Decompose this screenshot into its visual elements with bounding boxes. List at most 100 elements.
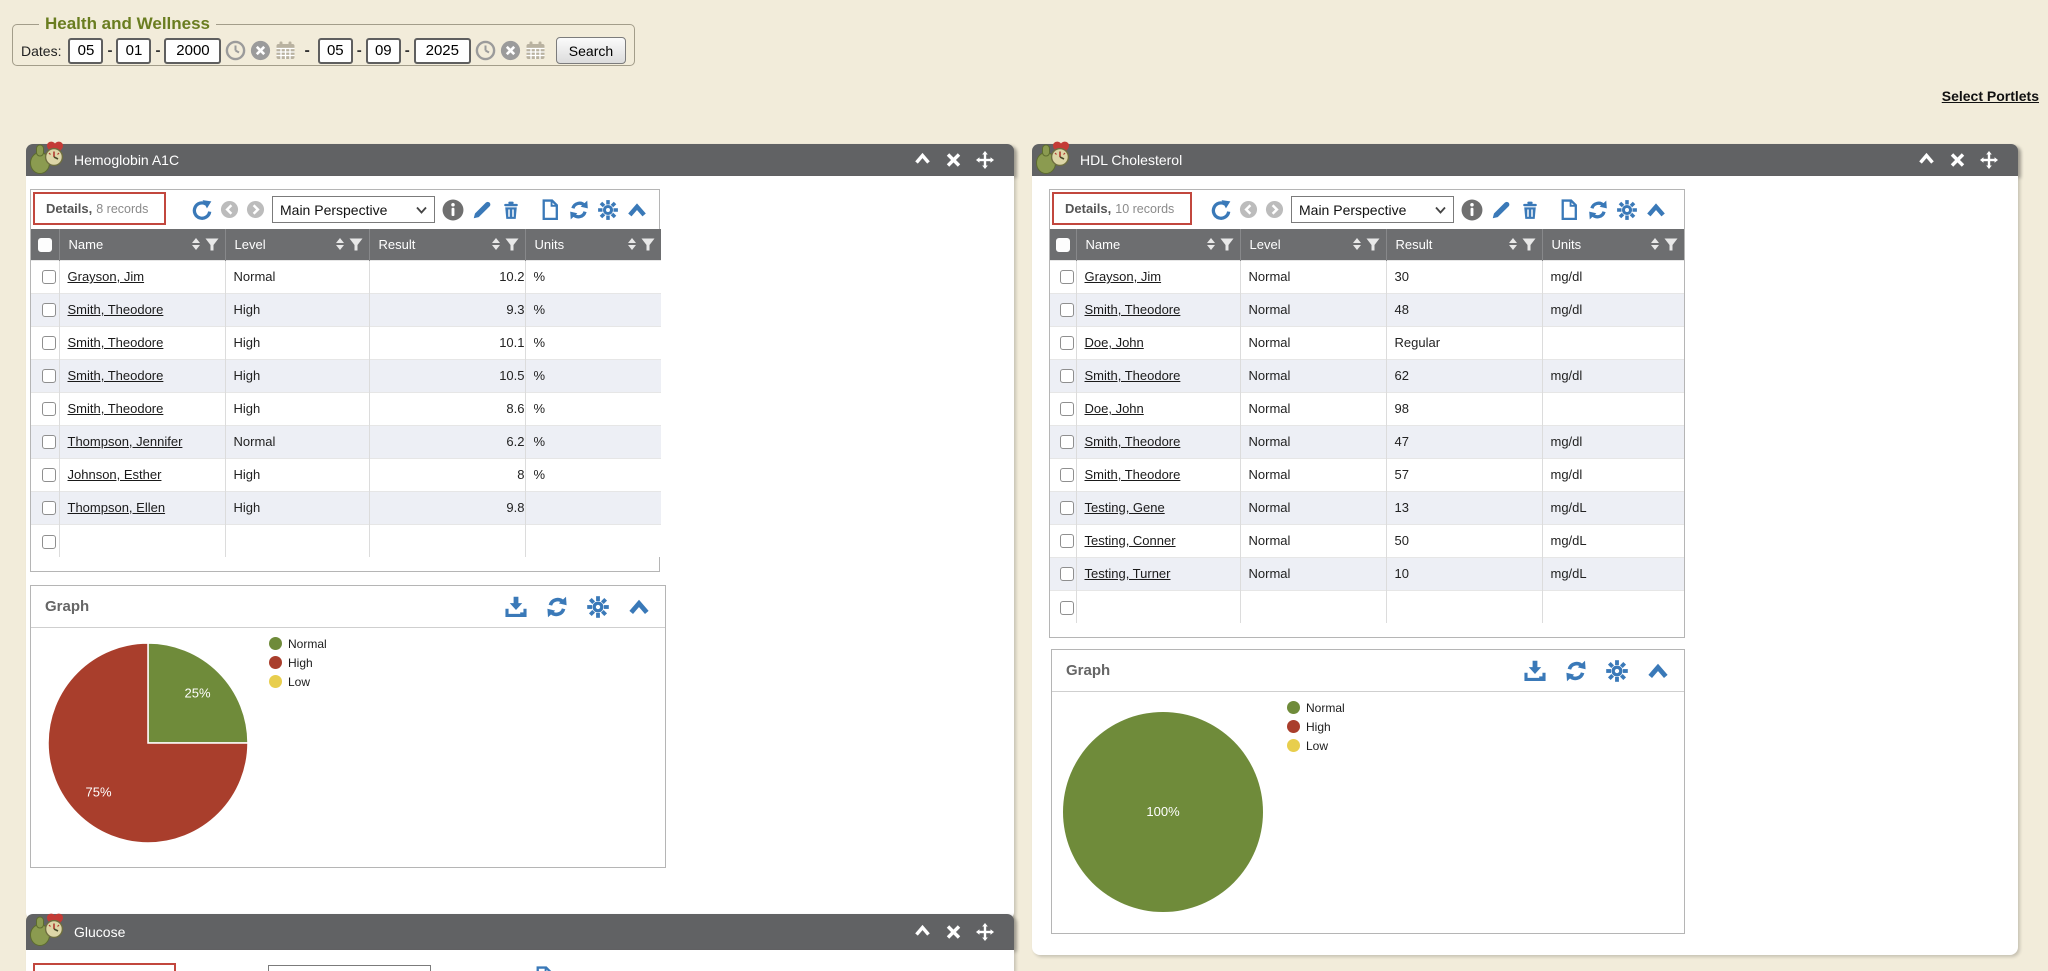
row-checkbox[interactable] xyxy=(1060,501,1074,515)
move-portlet-icon[interactable] xyxy=(976,923,994,941)
download-icon[interactable] xyxy=(504,595,528,619)
move-portlet-icon[interactable] xyxy=(976,151,994,169)
collapse-section-icon[interactable] xyxy=(626,199,648,221)
column-header-units[interactable]: Units xyxy=(1542,229,1684,260)
row-checkbox[interactable] xyxy=(1060,435,1074,449)
patient-name-link[interactable]: Grayson, Jim xyxy=(1085,269,1162,284)
to-month-input[interactable] xyxy=(318,38,353,64)
next-page-icon[interactable] xyxy=(1265,200,1284,219)
sort-icon[interactable] xyxy=(1353,238,1361,250)
patient-name-link[interactable]: Doe, John xyxy=(1085,335,1144,350)
patient-name-link[interactable]: Johnson, Esther xyxy=(68,467,162,482)
row-checkbox[interactable] xyxy=(42,535,56,549)
move-portlet-icon[interactable] xyxy=(1980,151,1998,169)
settings-gear-icon[interactable] xyxy=(586,595,610,619)
filter-funnel-icon[interactable] xyxy=(1220,238,1234,251)
select-all-header[interactable] xyxy=(31,229,59,260)
patient-name-link[interactable]: Smith, Theodore xyxy=(68,401,164,416)
to-calendar-icon[interactable] xyxy=(525,40,546,61)
info-icon[interactable] xyxy=(442,199,464,221)
settings-gear-icon[interactable] xyxy=(597,199,619,221)
sort-icon[interactable] xyxy=(1207,238,1215,250)
next-page-icon[interactable] xyxy=(246,200,265,219)
filter-funnel-icon[interactable] xyxy=(1522,238,1536,251)
patient-name-link[interactable]: Smith, Theodore xyxy=(1085,467,1181,482)
row-checkbox[interactable] xyxy=(1060,336,1074,350)
column-header-name[interactable]: Name xyxy=(59,229,225,260)
filter-funnel-icon[interactable] xyxy=(505,238,519,251)
patient-name-link[interactable]: Doe, John xyxy=(1085,401,1144,416)
patient-name-link[interactable]: Smith, Theodore xyxy=(68,335,164,350)
select-all-checkbox[interactable] xyxy=(38,238,52,252)
sort-icon[interactable] xyxy=(336,238,344,250)
row-checkbox[interactable] xyxy=(42,501,56,515)
download-icon[interactable] xyxy=(1523,659,1547,683)
perspective-select[interactable]: Main Perspective xyxy=(272,196,435,223)
patient-name-link[interactable]: Smith, Theodore xyxy=(1085,434,1181,449)
row-checkbox[interactable] xyxy=(1060,534,1074,548)
row-checkbox[interactable] xyxy=(1060,601,1074,615)
patient-name-link[interactable]: Smith, Theodore xyxy=(68,368,164,383)
patient-name-link[interactable]: Smith, Theodore xyxy=(1085,368,1181,383)
patient-name-link[interactable]: Thompson, Ellen xyxy=(68,500,166,515)
row-checkbox[interactable] xyxy=(42,435,56,449)
from-calendar-icon[interactable] xyxy=(275,40,296,61)
row-checkbox[interactable] xyxy=(42,402,56,416)
search-button[interactable]: Search xyxy=(556,37,626,64)
row-checkbox[interactable] xyxy=(1060,468,1074,482)
select-portlets-link[interactable]: Select Portlets xyxy=(1942,88,2039,104)
collapse-portlet-icon[interactable] xyxy=(914,923,931,939)
settings-gear-icon[interactable] xyxy=(1616,199,1638,221)
edit-icon[interactable] xyxy=(1490,199,1512,221)
new-record-icon[interactable] xyxy=(533,966,555,971)
sort-icon[interactable] xyxy=(192,238,200,250)
patient-name-link[interactable]: Testing, Gene xyxy=(1085,500,1165,515)
close-portlet-icon[interactable] xyxy=(945,923,962,941)
row-checkbox[interactable] xyxy=(1060,567,1074,581)
from-clear-icon[interactable] xyxy=(250,40,271,61)
to-day-input[interactable] xyxy=(366,38,401,64)
sort-icon[interactable] xyxy=(628,238,636,250)
row-checkbox[interactable] xyxy=(42,336,56,350)
from-month-input[interactable] xyxy=(68,38,103,64)
perspective-select[interactable]: Main Perspective xyxy=(268,965,431,971)
patient-name-link[interactable]: Smith, Theodore xyxy=(1085,302,1181,317)
close-portlet-icon[interactable] xyxy=(945,151,962,169)
patient-name-link[interactable]: Testing, Conner xyxy=(1085,533,1176,548)
delete-icon[interactable] xyxy=(500,199,522,221)
collapse-section-icon[interactable] xyxy=(1645,199,1667,221)
to-time-icon[interactable] xyxy=(475,40,496,61)
refresh-icon[interactable] xyxy=(545,595,569,619)
undo-icon[interactable] xyxy=(1210,199,1232,221)
from-time-icon[interactable] xyxy=(225,40,246,61)
undo-icon[interactable] xyxy=(191,199,213,221)
delete-icon[interactable] xyxy=(1519,199,1541,221)
perspective-select[interactable]: Main Perspective xyxy=(1291,196,1454,223)
filter-funnel-icon[interactable] xyxy=(1366,238,1380,251)
column-header-name[interactable]: Name xyxy=(1076,229,1240,260)
row-checkbox[interactable] xyxy=(42,468,56,482)
from-year-input[interactable] xyxy=(164,38,221,64)
collapse-section-icon[interactable] xyxy=(627,595,651,619)
row-checkbox[interactable] xyxy=(1060,303,1074,317)
select-all-header[interactable] xyxy=(1050,229,1076,260)
filter-funnel-icon[interactable] xyxy=(641,238,655,251)
column-header-result[interactable]: Result xyxy=(1386,229,1542,260)
column-header-level[interactable]: Level xyxy=(225,229,369,260)
patient-name-link[interactable]: Thompson, Jennifer xyxy=(68,434,183,449)
edit-icon[interactable] xyxy=(471,199,493,221)
row-checkbox[interactable] xyxy=(42,369,56,383)
patient-name-link[interactable]: Smith, Theodore xyxy=(68,302,164,317)
prev-page-icon[interactable] xyxy=(220,200,239,219)
patient-name-link[interactable]: Testing, Turner xyxy=(1085,566,1171,581)
to-year-input[interactable] xyxy=(414,38,471,64)
row-checkbox[interactable] xyxy=(42,303,56,317)
refresh-icon[interactable] xyxy=(568,199,590,221)
from-day-input[interactable] xyxy=(116,38,151,64)
row-checkbox[interactable] xyxy=(1060,369,1074,383)
filter-funnel-icon[interactable] xyxy=(205,238,219,251)
filter-funnel-icon[interactable] xyxy=(1664,238,1678,251)
patient-name-link[interactable]: Grayson, Jim xyxy=(68,269,145,284)
collapse-section-icon[interactable] xyxy=(1646,659,1670,683)
sort-icon[interactable] xyxy=(1509,238,1517,250)
